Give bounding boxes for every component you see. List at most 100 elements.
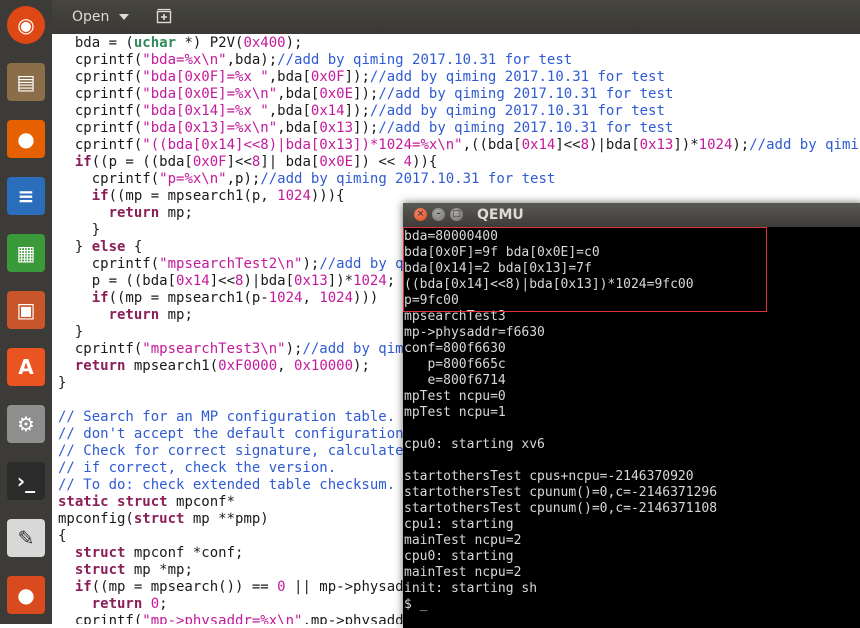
code-token: )))	[310, 188, 337, 204]
launcher-item-impress[interactable]: ▣	[3, 287, 49, 333]
code-token: struct	[74, 562, 126, 578]
maximize-button[interactable]: □	[450, 208, 463, 221]
code-token: "bda[0x0E]=%x\n"	[142, 86, 278, 102]
code-token: ])*	[327, 273, 354, 289]
code-token: 0	[150, 596, 160, 612]
code-token: 0x400	[243, 35, 286, 51]
code-token: 0x13	[639, 137, 674, 153]
code-token: mp;	[159, 307, 193, 323]
code-token: struct	[117, 494, 168, 510]
console-line: conf=800f6630	[404, 341, 506, 356]
code-token: mpconf*	[167, 494, 236, 510]
console-line: p=800f665c	[404, 357, 506, 372]
launcher-item-text-editor[interactable]: ✎	[3, 515, 49, 561]
code-line: if((p = ((bda[0x0F]<<8]| bda[0x0E]) << 4…	[58, 154, 860, 171]
code-token: 0x0F	[310, 69, 345, 85]
open-button-label: Open	[72, 9, 110, 25]
code-token: // if correct, check the version.	[58, 460, 337, 476]
code-token: return	[108, 205, 160, 221]
code-token: uchar	[133, 35, 177, 51]
new-tab-icon[interactable]	[156, 8, 172, 24]
maximize-icon: □	[452, 209, 461, 219]
launcher-item-ubuntu-logo[interactable]: ◉	[3, 2, 49, 48]
code-token: cprintf(	[58, 171, 160, 187]
launcher-item-firefox[interactable]: ●	[3, 116, 49, 162]
code-token: //add by qiming 2017.10.31 for test	[378, 86, 674, 102]
code-token: 8	[580, 137, 590, 153]
code-token: 1024	[698, 137, 733, 153]
launcher-item-settings[interactable]: ⚙	[3, 401, 49, 447]
qemu-console[interactable]: bda=80000400 bda[0x0F]=9f bda[0x0E]=c0 bda…	[403, 227, 860, 628]
code-token: return	[74, 358, 126, 374]
writer-icon: ≡	[7, 177, 45, 215]
code-token: if	[91, 290, 109, 306]
console-line: mp->physaddr=f6630	[404, 325, 545, 340]
terminal-icon: ›_	[7, 462, 45, 500]
launcher-item-writer[interactable]: ≡	[3, 173, 49, 219]
code-token: mp;	[159, 205, 193, 221]
launcher-item-software-center[interactable]: A	[3, 344, 49, 390]
code-token: }	[58, 375, 67, 391]
code-token: 0x14	[521, 137, 556, 153]
minimize-button[interactable]: –	[432, 208, 445, 221]
qemu-titlebar[interactable]: × – □ QEMU	[403, 203, 860, 227]
code-token: "p=%x\n"	[159, 171, 227, 187]
code-token: //add by qiming 2017.10.31 for test	[369, 69, 665, 85]
code-token: ((mp = mpsearch1(p,	[108, 188, 278, 204]
console-line: mainTest ncpu=2	[404, 565, 522, 580]
launcher-item-calc[interactable]: ▦	[3, 230, 49, 276]
code-token: );	[353, 358, 370, 374]
console-line: mpTest ncpu=1	[404, 405, 506, 420]
code-line: cprintf("((bda[0x14]<<8)|bda[0x13])*1024…	[58, 137, 860, 154]
code-token: cprintf(	[58, 137, 143, 153]
code-token: ]<<	[226, 154, 252, 170]
launcher-item-terminal[interactable]: ›_	[3, 458, 49, 504]
code-line: cprintf("bda[0x0E]=%x\n",bda[0x0E]);//ad…	[58, 86, 860, 103]
code-token: );	[732, 137, 750, 153]
code-token: )))	[353, 290, 379, 306]
code-token: 1024	[353, 273, 387, 289]
text-editor-icon: ✎	[7, 519, 45, 557]
code-line: cprintf("bda[0x14]=%x ",bda[0x14]);//add…	[58, 103, 860, 120]
console-line: e=800f6714	[404, 373, 506, 388]
code-token: ]);	[353, 86, 379, 102]
firefox-icon: ●	[7, 120, 45, 158]
code-token: ])*	[673, 137, 699, 153]
code-token: {	[125, 239, 143, 255]
code-token: struct	[74, 545, 126, 561]
code-token: ]| bda[	[260, 154, 320, 170]
code-token: }	[58, 239, 92, 255]
code-token: }	[58, 222, 101, 238]
code-token: ,bda);	[226, 52, 278, 68]
code-token: bda = (	[58, 35, 134, 51]
open-button[interactable]: Open	[66, 5, 135, 29]
code-token: "mpsearchTest2\n"	[159, 256, 303, 272]
qemu-window: × – □ QEMU bda=80000400 bda[0x0F]=9f bda[…	[403, 203, 860, 628]
code-token: 0x0F	[192, 154, 227, 170]
code-token: //add by qiming 2017.10.31 for test	[260, 171, 556, 187]
launcher-item-files[interactable]: ▤	[3, 59, 49, 105]
close-button[interactable]: ×	[414, 208, 427, 221]
code-token: cprintf(	[58, 120, 143, 136]
launcher-item-bottom-app[interactable]: ●	[3, 572, 49, 618]
code-token: ]) <<	[353, 154, 404, 170]
code-token: return	[108, 307, 160, 323]
code-token: ,bda[	[277, 120, 320, 136]
code-token: );	[285, 35, 303, 51]
code-token: 0xF0000	[218, 358, 278, 374]
code-token: )|bda[	[589, 137, 640, 153]
code-token: static	[58, 494, 109, 510]
code-token: //add by qiming 2017.10.31 for test	[277, 52, 573, 68]
code-token: cprintf(	[58, 52, 143, 68]
